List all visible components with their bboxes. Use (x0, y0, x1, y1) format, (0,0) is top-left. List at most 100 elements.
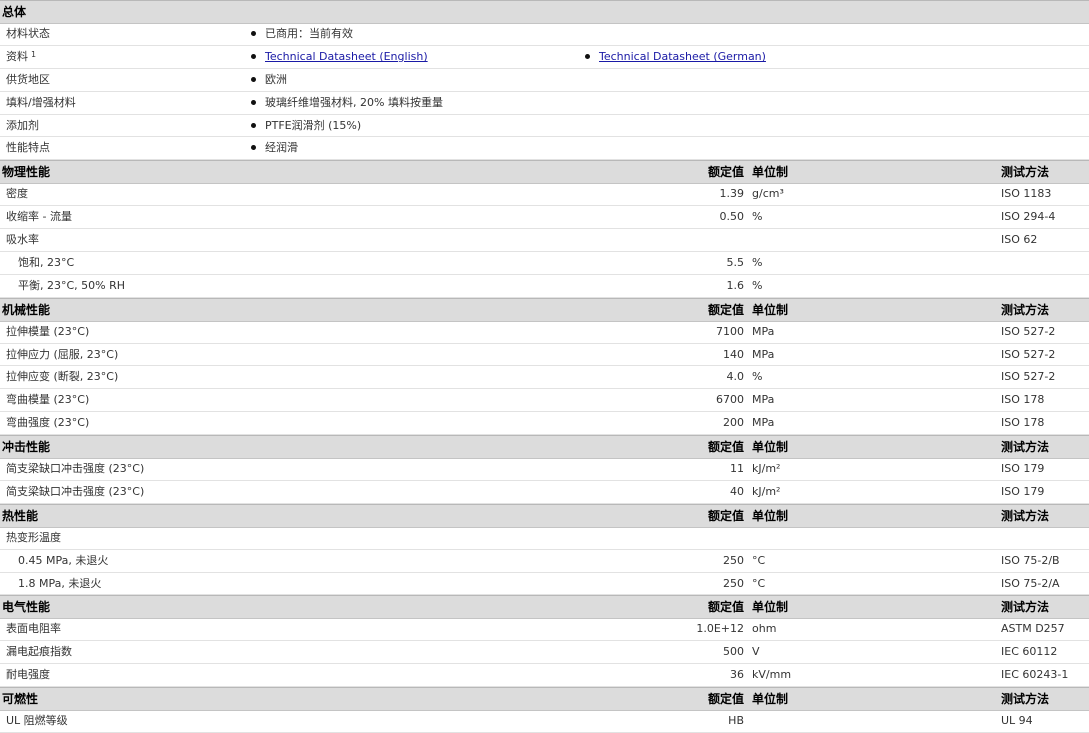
section-header: 机械性能 额定值 单位制 测试方法 (0, 298, 1089, 322)
bullet-text: PTFE润滑剂 (15%) (265, 119, 362, 132)
bullet-item: 欧洲 (251, 69, 287, 91)
header-method: 测试方法 (1001, 165, 1050, 179)
datasheet-link[interactable]: Technical Datasheet (English) (265, 50, 428, 63)
row-label: 填料/增强材料 (6, 92, 76, 114)
property-row: 漏电起痕指数 500 V IEC 60112 (0, 641, 1089, 664)
test-method: ISO 294-4 (1001, 210, 1056, 223)
property-unit: % (752, 370, 763, 383)
property-row: 简支梁缺口冲击强度 (23°C) 11 kJ/m² ISO 179 (0, 458, 1089, 481)
property-row: 密度 1.39 g/cm³ ISO 1183 (0, 183, 1089, 206)
test-method: ISO 179 (1001, 462, 1045, 475)
header-unit: 单位制 (752, 165, 789, 179)
property-row: 平衡, 23°C, 50% RH 1.6% (0, 275, 1089, 298)
property-label: 弯曲强度 (23°C) (6, 416, 90, 429)
property-value: 500 (723, 645, 744, 658)
property-label: 吸水率 (6, 233, 39, 246)
test-method: UL 94 (1001, 714, 1033, 727)
property-row: 弯曲模量 (23°C) 6700 MPa ISO 178 (0, 389, 1089, 412)
property-value: 1.6 (726, 279, 745, 292)
property-label: UL 阻燃等级 (6, 714, 68, 727)
property-value: 140 (723, 348, 744, 361)
test-method: IEC 60243-1 (1001, 668, 1069, 681)
property-value: 0.50 (719, 210, 745, 223)
row-label: 材料状态 (6, 23, 50, 45)
property-row: 吸水率 ISO 62 (0, 229, 1089, 252)
header-method: 测试方法 (1001, 440, 1050, 454)
property-row: 表面电阻率 1.0E+12 ohm ASTM D257 (0, 618, 1089, 641)
property-value: HB (728, 714, 744, 727)
property-value: 1.39 (719, 187, 745, 200)
row-label: 供货地区 (6, 69, 50, 91)
bullet-item: 玻璃纤维增强材料, 20% 填料按重量 (251, 92, 443, 114)
property-label: 平衡, 23°C, 50% RH (18, 279, 126, 292)
header-unit: 单位制 (752, 509, 789, 523)
test-method: ISO 178 (1001, 416, 1045, 429)
property-unit: °C (752, 577, 766, 590)
bullet-item: 经润滑 (251, 137, 298, 159)
property-value: 11 (730, 462, 744, 475)
property-row: 拉伸应力 (屈服, 23°C) 140 MPa ISO 527-2 (0, 344, 1089, 366)
property-unit: MPa (752, 325, 775, 338)
test-method: ISO 178 (1001, 393, 1045, 406)
row-label-text: 填料/增强材料 (6, 96, 76, 109)
bullet-item: Technical Datasheet (English) (251, 46, 428, 68)
section-header: 冲击性能 额定值 单位制 测试方法 (0, 435, 1089, 459)
property-label: 密度 (6, 187, 28, 200)
test-method: ISO 75-2/A (1001, 577, 1060, 590)
bullet-icon (251, 122, 256, 128)
bullet-icon (251, 99, 256, 105)
property-unit: kJ/m² (752, 485, 781, 498)
row-label: 添加剂 (6, 115, 39, 136)
property-value: 200 (723, 416, 744, 429)
property-row: 收缩率 - 流量 0.50% ISO 294-4 (0, 206, 1089, 229)
section-header-general: 总体 (0, 0, 1089, 24)
header-unit: 单位制 (752, 692, 789, 706)
property-label: 弯曲模量 (23°C) (6, 393, 90, 406)
property-label: 简支梁缺口冲击强度 (23°C) (6, 485, 145, 498)
property-value: 1.0E+12 (696, 622, 744, 635)
property-row: 饱和, 23°C 5.5% (0, 252, 1089, 275)
test-method: ISO 75-2/B (1001, 554, 1060, 567)
bullet-icon (585, 53, 590, 59)
property-row: 拉伸应变 (断裂, 23°C) 4.0% ISO 527-2 (0, 366, 1089, 389)
header-method: 测试方法 (1001, 509, 1050, 523)
header-method: 测试方法 (1001, 303, 1050, 317)
header-unit: 单位制 (752, 440, 789, 454)
bullet-text: 欧洲 (265, 73, 287, 86)
property-label: 1.8 MPa, 未退火 (18, 577, 102, 590)
datasheet-link[interactable]: Technical Datasheet (German) (599, 50, 766, 63)
row-label-text: 材料状态 (6, 27, 50, 40)
property-row: UL 阻燃等级 HB UL 94 (0, 710, 1089, 733)
header-unit: 单位制 (752, 303, 789, 317)
property-value: 7100 (716, 325, 744, 338)
bullet-item: 已商用：当前有效 (251, 23, 353, 45)
property-row: 0.45 MPa, 未退火 250 °C ISO 75-2/B (0, 550, 1089, 573)
property-unit: % (752, 279, 763, 292)
general-row: 供货地区 欧洲 (0, 69, 1089, 92)
property-value: 5.5 (726, 256, 745, 269)
section-title: 冲击性能 (2, 440, 51, 454)
property-value: 4.0 (726, 370, 745, 383)
general-row: 材料状态 已商用：当前有效 (0, 23, 1089, 46)
property-value: 36 (730, 668, 744, 681)
datasheet-table: 总体 材料状态 已商用：当前有效 资料 1 Technical Datasheet (En… (0, 0, 1089, 733)
property-label: 饱和, 23°C (18, 256, 75, 269)
section-title: 可燃性 (2, 692, 39, 706)
section-title: 热性能 (2, 509, 39, 523)
property-label: 热变形温度 (6, 531, 61, 544)
general-row: 性能特点 经润滑 (0, 137, 1089, 160)
section-title: 机械性能 (2, 303, 51, 317)
property-unit: g/cm³ (752, 187, 784, 200)
test-method: ISO 527-2 (1001, 348, 1056, 361)
header-method: 测试方法 (1001, 692, 1050, 706)
property-unit: MPa (752, 393, 775, 406)
property-unit: V (752, 645, 760, 658)
bullet-text: 玻璃纤维增强材料, 20% 填料按重量 (265, 96, 443, 109)
property-value: 6700 (716, 393, 744, 406)
bullet-text: 已商用：当前有效 (265, 27, 353, 40)
test-method: ISO 1183 (1001, 187, 1052, 200)
row-label-text: 资料 (6, 50, 28, 63)
property-unit: kJ/m² (752, 462, 781, 475)
header-value: 额定值 (707, 509, 744, 523)
property-label: 简支梁缺口冲击强度 (23°C) (6, 462, 145, 475)
